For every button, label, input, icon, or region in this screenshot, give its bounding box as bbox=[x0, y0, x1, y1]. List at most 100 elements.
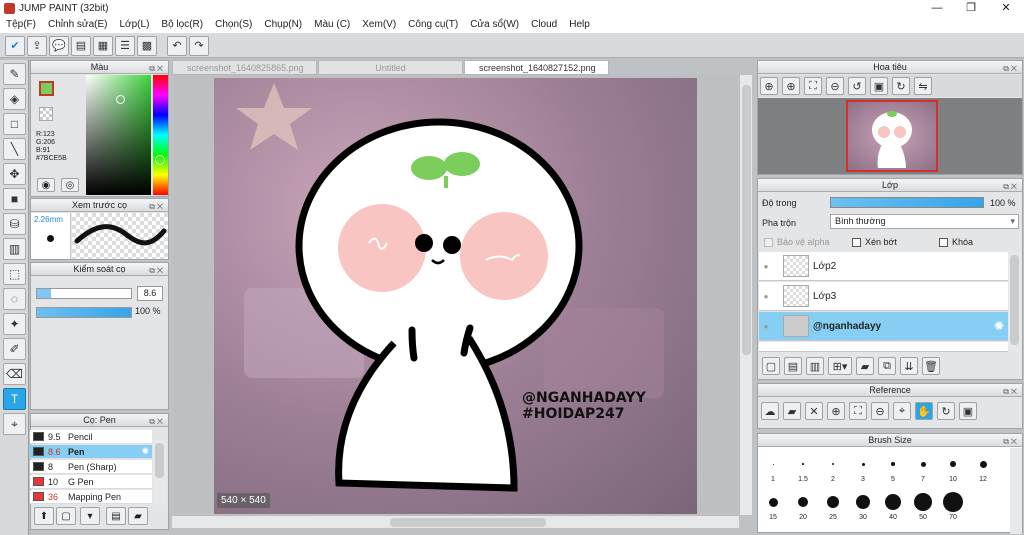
undo-icon[interactable]: ↶ bbox=[167, 35, 187, 56]
redo-icon[interactable]: ↷ bbox=[189, 35, 209, 56]
zoom-out-icon[interactable]: ⊖ bbox=[826, 77, 844, 95]
add-layer-menu-icon[interactable]: ⊞▾ bbox=[828, 357, 852, 375]
rotate-left-icon[interactable]: ↺ bbox=[848, 77, 866, 95]
saturation-value-picker[interactable] bbox=[86, 75, 151, 195]
brush-size-dot[interactable] bbox=[943, 492, 963, 512]
tab-screenshot-2[interactable]: screenshot_1640827152.png bbox=[464, 60, 609, 75]
delete-icon[interactable]: 🗑 bbox=[922, 357, 940, 375]
visibility-icon[interactable]: ● bbox=[759, 262, 773, 271]
transparent-color-swatch[interactable] bbox=[39, 107, 53, 121]
brush-size-dot[interactable] bbox=[950, 461, 956, 467]
menu-edit[interactable]: Chỉnh sửa(E) bbox=[42, 16, 114, 34]
blend-mode-select[interactable]: Bình thường ▾ bbox=[830, 214, 1019, 229]
color-settings-icon[interactable]: ◎ bbox=[61, 178, 79, 192]
ref-zoom-out-icon[interactable]: ⊖ bbox=[871, 402, 889, 420]
brush-item-pen-sharp[interactable]: 8 Pen (Sharp) bbox=[30, 460, 152, 474]
bucket-tool-icon[interactable]: ⛁ bbox=[3, 213, 26, 235]
select-pen-icon[interactable]: ✐ bbox=[3, 338, 26, 360]
zoom-icon[interactable]: ⊕ bbox=[760, 77, 778, 95]
check-icon[interactable]: ✔ bbox=[5, 35, 25, 56]
gradient-tool-icon[interactable]: ▥ bbox=[3, 238, 26, 260]
comment-icon[interactable]: 💬 bbox=[49, 35, 69, 56]
ref-zoom-in-icon[interactable]: ⊕ bbox=[827, 402, 845, 420]
menu-tools[interactable]: Công cụ(T) bbox=[402, 16, 464, 34]
gear-icon[interactable]: ✺ bbox=[141, 446, 149, 457]
visibility-icon[interactable]: ● bbox=[759, 292, 773, 301]
layer-opacity-slider[interactable] bbox=[830, 197, 984, 208]
panel-controls-icon[interactable]: ⧉✕ bbox=[149, 415, 165, 428]
new-text-layer-icon[interactable]: ▥ bbox=[806, 357, 824, 375]
picker-cursor[interactable] bbox=[116, 95, 125, 104]
move-tool-icon[interactable]: ✥ bbox=[3, 163, 26, 185]
panel-controls-icon[interactable]: ⧉✕ bbox=[1003, 435, 1019, 448]
layer-row[interactable]: ● Lớp3 bbox=[759, 282, 1008, 311]
navigator-view[interactable] bbox=[758, 98, 1022, 174]
document-icon[interactable]: ▦ bbox=[93, 35, 113, 56]
new-layer-icon[interactable]: ▢ bbox=[762, 357, 780, 375]
size-slider[interactable] bbox=[36, 288, 132, 299]
brush-size-dot[interactable] bbox=[885, 494, 901, 510]
hue-slider[interactable] bbox=[153, 75, 168, 195]
brush-folder-icon[interactable]: ▰ bbox=[128, 507, 148, 525]
select-eraser-icon[interactable]: ⌫ bbox=[3, 363, 26, 385]
export-icon[interactable]: ⇪ bbox=[27, 35, 47, 56]
eraser-tool-icon[interactable]: ◈ bbox=[3, 88, 26, 110]
menu-layer[interactable]: Lớp(L) bbox=[114, 16, 156, 34]
fit-icon[interactable]: ⛶ bbox=[804, 77, 822, 95]
tab-untitled[interactable]: Untitled bbox=[318, 60, 463, 75]
brush-size-dot[interactable] bbox=[856, 495, 870, 509]
open-folder-icon[interactable]: ▰ bbox=[783, 402, 801, 420]
tab-screenshot-1[interactable]: screenshot_1640825865.png bbox=[172, 60, 317, 75]
lasso-icon[interactable]: ◌ bbox=[3, 288, 26, 310]
magic-wand-icon[interactable]: ✦ bbox=[3, 313, 26, 335]
menu-view[interactable]: Xem(V) bbox=[356, 16, 402, 34]
gear-icon[interactable]: ✺ bbox=[994, 319, 1004, 333]
panel-controls-icon[interactable]: ⧉✕ bbox=[1003, 385, 1019, 398]
hue-cursor[interactable] bbox=[155, 155, 165, 165]
menu-color[interactable]: Màu (C) bbox=[308, 16, 356, 34]
new-raster-icon[interactable]: ▤ bbox=[784, 357, 802, 375]
panel-controls-icon[interactable]: ⧉✕ bbox=[149, 264, 165, 277]
protect-alpha-checkbox[interactable]: Bảo vệ alpha bbox=[764, 237, 830, 247]
layer-row-partial[interactable] bbox=[759, 342, 1008, 352]
visibility-icon[interactable]: ● bbox=[759, 322, 773, 331]
fill-rect-tool-icon[interactable]: ■ bbox=[3, 188, 26, 210]
ref-fit-icon[interactable]: ⛶ bbox=[849, 402, 867, 420]
brush-size-dot[interactable] bbox=[798, 497, 808, 507]
brush-list-scrollbar[interactable] bbox=[153, 440, 166, 505]
rotate-right-icon[interactable]: ↻ bbox=[892, 77, 910, 95]
canvas-horizontal-scrollbar[interactable] bbox=[172, 515, 739, 528]
add-brush-icon[interactable]: ⬆ bbox=[34, 507, 54, 525]
artwork-canvas[interactable]: @NGANHADAYY #HOIDAP247 540 × 540 bbox=[214, 78, 697, 514]
layer-row-selected[interactable]: ● @nganhadayy ✺ bbox=[759, 312, 1008, 341]
brush-size-dot[interactable] bbox=[920, 461, 926, 467]
panel-controls-icon[interactable]: ⧉✕ bbox=[1003, 62, 1019, 75]
menu-select[interactable]: Chọn(S) bbox=[209, 16, 258, 34]
eyedropper-icon[interactable]: ⌖ bbox=[3, 413, 26, 435]
menu-window[interactable]: Cửa sổ(W) bbox=[464, 16, 525, 34]
layer-row[interactable]: ● Lớp2 bbox=[759, 252, 1008, 281]
brush-copy-icon[interactable]: ▤ bbox=[106, 507, 126, 525]
cloud-download-icon[interactable]: ☁ bbox=[761, 402, 779, 420]
grid-icon[interactable]: ▩ bbox=[137, 35, 157, 56]
panel-controls-icon[interactable]: ⧉✕ bbox=[149, 62, 165, 75]
duplicate-icon[interactable]: ⧉ bbox=[878, 357, 896, 375]
brush-size-dot[interactable] bbox=[861, 462, 865, 466]
select-rect-icon[interactable]: ⬚ bbox=[3, 263, 26, 285]
menu-file[interactable]: Tệp(F) bbox=[0, 16, 42, 34]
shape-tool-icon[interactable]: □ bbox=[3, 113, 26, 135]
hand-icon[interactable]: ✋ bbox=[915, 402, 933, 420]
navigator-thumbnail[interactable] bbox=[846, 100, 938, 172]
brush-size-dot[interactable] bbox=[768, 497, 778, 507]
brush-size-scrollbar[interactable] bbox=[1010, 448, 1022, 534]
brush-item-pencil[interactable]: 9.5 Pencil bbox=[30, 430, 152, 444]
canvas-vertical-scrollbar[interactable] bbox=[739, 75, 752, 515]
minimize-button[interactable]: — bbox=[920, 0, 954, 16]
text-tool-icon[interactable]: T bbox=[3, 388, 26, 410]
close-reference-icon[interactable]: ✕ bbox=[805, 402, 823, 420]
clip-checkbox[interactable]: Xén bớt bbox=[852, 237, 897, 247]
brush-size-dot[interactable] bbox=[832, 463, 834, 465]
brush-size-dot[interactable] bbox=[802, 463, 804, 465]
new-brush-icon[interactable]: ▢ bbox=[56, 507, 76, 525]
close-button[interactable]: ✕ bbox=[989, 0, 1023, 16]
